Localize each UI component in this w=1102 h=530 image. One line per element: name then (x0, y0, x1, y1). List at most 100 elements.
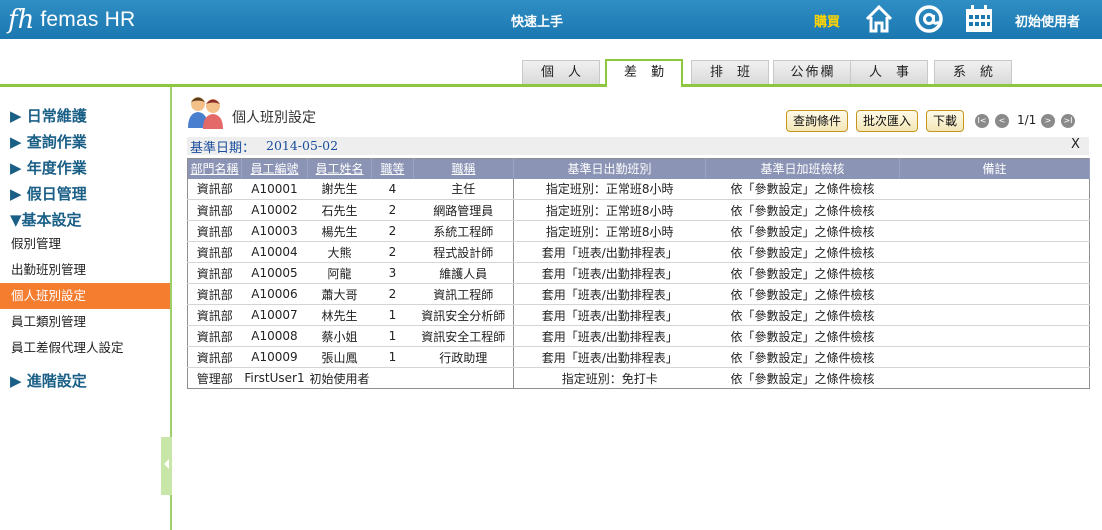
cell-emp-id: FirstUser1 (244, 371, 305, 385)
cell-grade: 1 (371, 325, 414, 347)
cell-grade: 1 (371, 346, 414, 368)
sidebar: ▶ 日常維護 ▶ 查詢作業 ▶ 年度作業 ▶ 假日管理 ▼基本設定 假別管理 出… (0, 87, 172, 530)
page-title: 個人班別設定 (232, 110, 316, 126)
table-row[interactable]: 資訊部 A10005 阿龍 3 維護人員 套用「班表/出勤排程表」 依「參數設定」之條件檢核 (187, 262, 1090, 284)
cell-emp-name: 楊先生 (307, 220, 372, 242)
cell-shift[interactable]: 套用「班表/出勤排程表」 (513, 241, 706, 263)
at-icon[interactable] (914, 4, 944, 34)
cell-shift[interactable]: 套用「班表/出勤排程表」 (513, 262, 706, 284)
tab-personal[interactable]: 個人 (522, 60, 600, 84)
cell-note (899, 178, 1090, 200)
sidebar-item-leave-agent[interactable]: 員工差假代理人設定 (0, 335, 170, 361)
cell-note (899, 241, 1090, 263)
cell-shift[interactable]: 套用「班表/出勤排程表」 (513, 283, 706, 305)
cell-overtime: 依「參數設定」之條件檢核 (705, 283, 900, 305)
cell-note (899, 283, 1090, 305)
cell-emp-id: A10007 (241, 304, 308, 326)
first-page-icon[interactable]: I< (975, 114, 989, 128)
table-row[interactable]: 資訊部 A10009 張山鳳 1 行政助理 套用「班表/出勤排程表」 依「參數設定」之條件檢… (187, 346, 1090, 368)
cell-emp-name: 林先生 (307, 304, 372, 326)
sidebar-item-leave-types[interactable]: 假別管理 (0, 231, 170, 257)
cell-emp-name: 蕭大哥 (307, 283, 372, 305)
home-icon[interactable] (864, 4, 894, 34)
cell-emp-id: A10009 (241, 346, 308, 368)
query-conditions-button[interactable]: 查詢條件 (786, 110, 849, 132)
sidebar-section-daily[interactable]: ▶ 日常維護 (10, 105, 87, 126)
sidebar-item-shift-mgmt[interactable]: 出勤班別管理 (0, 257, 170, 283)
table-row[interactable]: 資訊部 A10008 蔡小姐 1 資訊安全工程師 套用「班表/出勤排程表」 依「參數設定」之… (187, 325, 1090, 347)
buy-link[interactable]: 購買 (814, 11, 840, 30)
cell-overtime: 依「參數設定」之條件檢核 (705, 220, 900, 242)
cell-overtime: 依「參數設定」之條件檢核 (705, 241, 900, 263)
col-header-emp-id[interactable]: 員工編號 (241, 158, 308, 179)
cell-shift[interactable]: 套用「班表/出勤排程表」 (513, 304, 706, 326)
cell-dept: 資訊部 (187, 199, 242, 221)
cell-shift[interactable]: 套用「班表/出勤排程表」 (513, 325, 706, 347)
col-header-title[interactable]: 職稱 (413, 158, 514, 179)
cell-overtime: 依「參數設定」之條件檢核 (705, 346, 900, 368)
cell-grade: 3 (371, 262, 414, 284)
top-header: fh femas HR 快速上手 購買 初始使用者 (0, 0, 1102, 39)
cell-title: 主任 (413, 178, 514, 200)
tab-personnel[interactable]: 人事 (850, 60, 928, 84)
chevron-left-icon (164, 459, 169, 469)
download-button[interactable]: 下載 (926, 110, 965, 132)
table-row[interactable]: 資訊部 A10004 大熊 2 程式設計師 套用「班表/出勤排程表」 依「參數設定」之條件檢… (187, 241, 1090, 263)
sidebar-collapse-handle[interactable] (161, 437, 172, 495)
cell-dept: 資訊部 (187, 346, 242, 368)
cell-note (899, 262, 1090, 284)
cell-grade: 2 (371, 199, 414, 221)
col-header-grade[interactable]: 職等 (371, 158, 414, 179)
tab-attendance[interactable]: 差勤 (605, 59, 683, 87)
table-row[interactable]: 資訊部 A10007 林先生 1 資訊安全分析師 套用「班表/出勤排程表」 依「參數設定」之… (187, 304, 1090, 326)
col-header-dept[interactable]: 部門名稱 (187, 158, 242, 179)
base-date-value[interactable]: 2014-05-02 (266, 138, 338, 153)
tab-bulletin[interactable]: 公佈欄 (773, 60, 851, 84)
quick-start-link[interactable]: 快速上手 (511, 11, 563, 30)
sidebar-section-query[interactable]: ▶ 查詢作業 (10, 131, 87, 152)
sidebar-section-annual[interactable]: ▶ 年度作業 (10, 157, 87, 178)
last-page-icon[interactable]: >I (1061, 114, 1075, 128)
cell-title: 維護人員 (413, 262, 514, 284)
femas-logo[interactable]: fh femas HR (8, 4, 135, 36)
base-date-bar: 基準日期： 2014-05-02 X (187, 137, 1089, 156)
prev-page-icon[interactable]: < (995, 114, 1009, 128)
tab-system[interactable]: 系統 (934, 60, 1012, 84)
col-header-emp-name[interactable]: 員工姓名 (307, 158, 372, 179)
table-header-row: 部門名稱 員工編號 員工姓名 職等 職稱 基準日出勤班別 基準日加班檢核 備註 (187, 158, 1090, 179)
batch-import-button[interactable]: 批次匯入 (856, 110, 919, 132)
cell-dept: 資訊部 (187, 283, 242, 305)
table-row[interactable]: 資訊部 A10003 楊先生 2 系統工程師 指定班別：正常班8小時 依「參數設定」之條件檢… (187, 220, 1090, 242)
cell-emp-id: A10006 (241, 283, 308, 305)
cell-grade: 4 (371, 178, 414, 200)
table-row[interactable]: 資訊部 A10002 石先生 2 網路管理員 指定班別：正常班8小時 依「參數設定」之條件檢… (187, 199, 1090, 221)
cell-note (900, 368, 1090, 389)
cell-emp-id: A10004 (241, 241, 308, 263)
cell-title: 資訊工程師 (413, 283, 514, 305)
cell-emp-id: A10003 (241, 220, 308, 242)
user-name[interactable]: 初始使用者 (1015, 11, 1080, 30)
sidebar-section-holiday[interactable]: ▶ 假日管理 (10, 183, 87, 204)
sidebar-item-personal-shift[interactable]: 個人班別設定 (0, 283, 170, 309)
next-page-icon[interactable]: > (1041, 114, 1055, 128)
cell-shift: 指定班別：正常班8小時 (513, 220, 706, 242)
logo-mark: fh (8, 5, 35, 35)
cell-dept: 資訊部 (187, 304, 242, 326)
cell-overtime: 依「參數設定」之條件檢核 (705, 325, 900, 347)
tab-scheduling[interactable]: 排班 (691, 60, 769, 84)
people-icon (188, 97, 223, 129)
cell-dept: 資訊部 (187, 325, 242, 347)
cell-shift: 指定班別：正常班8小時 (513, 199, 706, 221)
table-row[interactable]: 資訊部 A10006 蕭大哥 2 資訊工程師 套用「班表/出勤排程表」 依「參數設定」之條件… (187, 283, 1090, 305)
table-row[interactable]: 資訊部 A10001 謝先生 4 主任 指定班別：正常班8小時 依「參數設定」之條件檢核 (187, 178, 1090, 200)
close-icon[interactable]: X (1071, 137, 1080, 152)
cell-dept: 管理部 (196, 371, 233, 386)
sidebar-section-advanced[interactable]: ▶ 進階設定 (10, 370, 87, 391)
table-row[interactable]: 管理部 FirstUser1 初始使用者 指定班別：免打卡 依「參數設定」之條件檢核 (188, 367, 1090, 389)
base-date-label: 基準日期： (190, 141, 256, 156)
cell-shift[interactable]: 套用「班表/出勤排程表」 (513, 346, 706, 368)
calendar-icon[interactable] (964, 4, 994, 34)
cell-emp-id: A10008 (241, 325, 308, 347)
sidebar-item-employee-category[interactable]: 員工類別管理 (0, 309, 170, 335)
sidebar-section-basic[interactable]: ▼基本設定 (10, 209, 82, 230)
